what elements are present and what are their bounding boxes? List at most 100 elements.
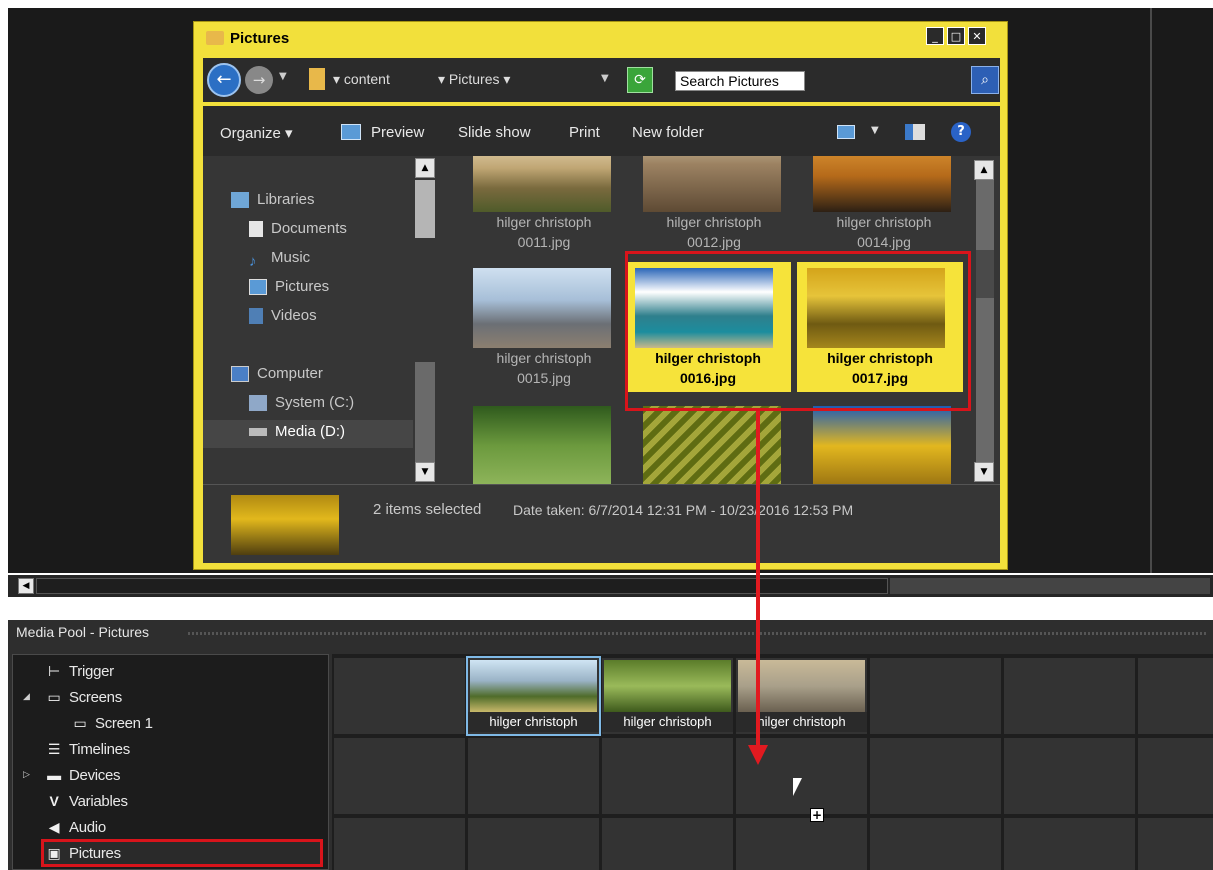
files-scroll-track[interactable]: [976, 180, 994, 470]
file-tile[interactable]: hilger christoph 0014.jpg: [789, 156, 953, 260]
explorer-titlebar[interactable]: Pictures _ □ ✕: [194, 22, 1007, 56]
file-name: hilger christoph: [836, 214, 932, 230]
media-slot[interactable]: [602, 818, 733, 870]
media-slot[interactable]: [468, 738, 599, 814]
new-folder-button[interactable]: New folder: [632, 124, 704, 141]
media-thumbnail: [470, 660, 597, 712]
tree-item-screen-1[interactable]: ▭ Screen 1: [69, 711, 153, 735]
nav-item-pictures[interactable]: Pictures: [249, 275, 329, 299]
files-scroll-up-button[interactable]: ▲: [974, 160, 994, 180]
media-slot[interactable]: [1004, 818, 1135, 870]
media-slot[interactable]: [602, 738, 733, 814]
scroll-track[interactable]: [36, 578, 888, 594]
stage-divider: [1150, 8, 1152, 573]
file-tile[interactable]: [789, 400, 953, 484]
media-slot[interactable]: [1004, 658, 1135, 734]
address-dropdown-icon[interactable]: ▼: [601, 73, 609, 84]
collapse-icon[interactable]: ▷: [23, 763, 30, 787]
nav-scrollbar[interactable]: ▲ ▼: [415, 156, 439, 484]
tree-item-audio[interactable]: ◀ Audio: [43, 815, 106, 839]
expand-icon[interactable]: ◢: [23, 685, 30, 709]
forward-button[interactable]: →: [245, 66, 273, 94]
nav-item-libraries[interactable]: Libraries: [231, 188, 315, 212]
slideshow-button[interactable]: Slide show: [458, 124, 531, 141]
file-thumbnail: [473, 268, 611, 348]
preview-pane-icon[interactable]: [905, 124, 925, 140]
history-dropdown-icon[interactable]: ▼: [279, 71, 287, 82]
scroll-left-button[interactable]: ◀: [18, 578, 34, 594]
horizontal-scrollbar[interactable]: ◀: [8, 575, 1213, 597]
nav-item-computer[interactable]: Computer: [231, 362, 323, 386]
back-button[interactable]: ←: [207, 63, 241, 97]
drag-arrow-line: [756, 411, 760, 751]
media-slot[interactable]: [870, 818, 1001, 870]
file-thumbnail: [813, 406, 951, 484]
scroll-thumb[interactable]: [890, 578, 1210, 594]
media-slot[interactable]: [334, 818, 465, 870]
files-scroll-down-button[interactable]: ▼: [974, 462, 994, 482]
tree-item-trigger[interactable]: ⊢ Trigger: [43, 659, 114, 683]
tree-item-timelines[interactable]: ☰ Timelines: [43, 737, 130, 761]
file-tile[interactable]: hilger christoph 0011.jpg: [449, 156, 613, 260]
media-slot[interactable]: [468, 818, 599, 870]
refresh-button[interactable]: ⟳: [627, 67, 653, 93]
media-item[interactable]: hilger christoph: [602, 658, 733, 734]
media-slot[interactable]: [334, 658, 465, 734]
preview-button[interactable]: Preview: [371, 124, 424, 141]
media-slot[interactable]: [870, 658, 1001, 734]
search-icon[interactable]: ⌕: [971, 66, 999, 94]
nav-scroll-thumb[interactable]: [415, 180, 435, 238]
media-slot[interactable]: [1138, 818, 1213, 870]
file-list-scrollbar[interactable]: ▲ ▼: [969, 156, 1000, 484]
tree-item-screens[interactable]: ▭ Screens: [43, 685, 123, 709]
media-item[interactable]: hilger christoph: [466, 656, 601, 736]
file-tile[interactable]: [449, 400, 613, 484]
organize-button[interactable]: Organize ▾: [220, 124, 293, 142]
devices-icon: ▬: [47, 767, 61, 783]
file-ext: 0015.jpg: [517, 370, 571, 386]
breadcrumb-pictures[interactable]: ▾ Pictures ▾: [438, 71, 510, 88]
file-tile[interactable]: hilger christoph 0012.jpg: [619, 156, 783, 260]
media-slot[interactable]: [334, 738, 465, 814]
media-slot[interactable]: [1004, 738, 1135, 814]
file-thumbnail: [473, 406, 611, 484]
print-button[interactable]: Print: [569, 124, 600, 141]
view-dropdown-icon[interactable]: ▼: [871, 125, 879, 136]
media-slot[interactable]: [1138, 738, 1213, 814]
help-icon[interactable]: ?: [951, 122, 971, 142]
minimize-button[interactable]: _: [926, 27, 944, 45]
nav-scroll-up-button[interactable]: ▲: [415, 158, 435, 178]
search-input[interactable]: Search Pictures: [675, 71, 805, 91]
maximize-button[interactable]: □: [947, 27, 965, 45]
files-scroll-thumb[interactable]: [976, 250, 994, 298]
media-slot[interactable]: [1138, 658, 1213, 734]
nav-scroll-down-button[interactable]: ▼: [415, 462, 435, 482]
file-ext: 0011.jpg: [517, 234, 571, 250]
file-tile[interactable]: hilger christoph 0015.jpg: [449, 262, 613, 396]
audio-icon: ◀: [48, 819, 60, 835]
selection-annotation-frame: [625, 251, 971, 411]
nav-item-documents[interactable]: Documents: [249, 217, 347, 241]
file-ext: 0012.jpg: [687, 234, 741, 250]
tree-item-devices[interactable]: ▬ Devices: [43, 763, 120, 787]
tree-item-pictures[interactable]: ▣ Pictures: [43, 841, 122, 865]
command-bar: Organize ▾ Preview Slide show Print New …: [203, 106, 1000, 156]
nav-item-system-drive[interactable]: System (C:): [249, 391, 354, 415]
nav-item-media-drive[interactable]: Media (D:): [249, 420, 345, 444]
nav-item-videos[interactable]: Videos: [249, 304, 317, 328]
tree-item-variables[interactable]: V Variables: [43, 789, 128, 813]
file-thumbnail: [473, 156, 611, 212]
breadcrumb-content[interactable]: ▾ content: [333, 71, 390, 88]
path-folder-icon: [309, 68, 325, 90]
media-slot[interactable]: [736, 818, 867, 870]
nav-item-music[interactable]: ♪ Music: [249, 246, 310, 270]
change-view-icon[interactable]: [837, 125, 855, 139]
file-name: hilger christoph: [496, 350, 592, 366]
media-label: hilger christoph: [602, 712, 733, 732]
media-slot[interactable]: [870, 738, 1001, 814]
close-button[interactable]: ✕: [968, 27, 986, 45]
panel-grip[interactable]: [188, 632, 1208, 635]
file-name: hilger christoph: [666, 214, 762, 230]
media-pool-title: Media Pool - Pictures: [16, 624, 150, 640]
drag-arrowhead: [748, 745, 768, 765]
